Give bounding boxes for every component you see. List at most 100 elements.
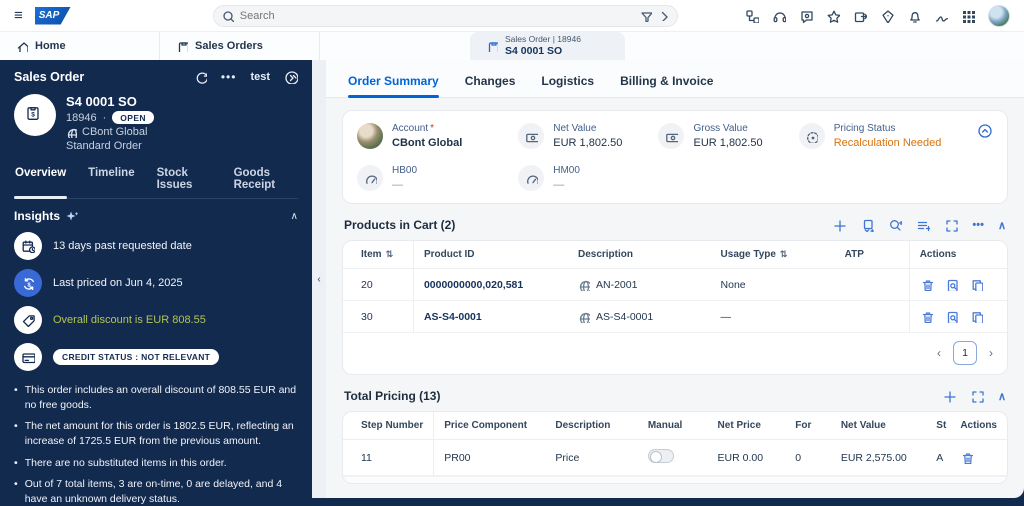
list-item: • The net amount for this order is 1802.5… bbox=[14, 420, 294, 448]
col-price-component: Price Component bbox=[433, 412, 546, 440]
signature-icon[interactable] bbox=[934, 9, 948, 23]
tab-subtitle: Sales Order | 18946 bbox=[505, 34, 581, 45]
list-item: • This order includes an overall discount… bbox=[14, 384, 297, 411]
headset-icon[interactable] bbox=[772, 9, 786, 23]
product-id-link[interactable]: AS-S4-0001 bbox=[424, 311, 482, 323]
add-pricing-icon[interactable] bbox=[942, 389, 956, 403]
feedback-icon[interactable] bbox=[799, 9, 813, 23]
sap-logo[interactable]: SAP bbox=[34, 6, 71, 25]
account-value[interactable]: CBont Global bbox=[392, 137, 462, 149]
side-panel-tabs: Overview Timeline Stock Issues Goods Rec… bbox=[14, 164, 298, 199]
favorites-icon[interactable] bbox=[826, 9, 840, 23]
table-row[interactable]: 11 PR00 Price EUR 0.00 0 EUR 2,575.00 A bbox=[343, 439, 1007, 476]
menu-icon[interactable]: ≡ bbox=[14, 8, 23, 23]
col-manual: Manual bbox=[637, 412, 708, 440]
money-icon bbox=[658, 123, 685, 149]
products-collapse-icon[interactable]: ∧ bbox=[998, 219, 1006, 232]
products-table-card: Item ⇅ Product ID Description Usage Type ⇅… bbox=[342, 240, 1008, 375]
net-value: EUR 1,802.50 bbox=[553, 137, 623, 149]
credit-card-icon bbox=[14, 343, 42, 371]
order-id: 18946 bbox=[66, 111, 97, 124]
col-usage-type[interactable]: Usage Type ⇅ bbox=[710, 241, 835, 269]
notifications-icon[interactable] bbox=[907, 9, 921, 23]
tab-stock-issues[interactable]: Stock Issues bbox=[156, 164, 213, 198]
tab-billing-invoice[interactable]: Billing & Invoice bbox=[620, 74, 713, 97]
insights-collapse-icon[interactable]: ∧ bbox=[291, 211, 298, 222]
collapse-chevron-icon: ‹ bbox=[317, 273, 321, 285]
table-row[interactable]: 20 0000000000,020,581 AN-2001 None bbox=[343, 268, 1007, 301]
app-launcher-icon[interactable] bbox=[961, 9, 975, 23]
table-row[interactable]: 30 AS-S4-0001 AS-S4-0001 — bbox=[343, 300, 1007, 333]
globe-icon bbox=[67, 128, 77, 138]
tab-sales-order-18946[interactable]: Sales Order | 18946 S4 0001 SO bbox=[470, 32, 625, 60]
global-search[interactable] bbox=[212, 4, 678, 27]
clipboard-icon bbox=[488, 42, 498, 52]
tab-goods-receipt[interactable]: Goods Receipt bbox=[233, 164, 298, 198]
list-item: • Out of 7 total items, 3 are on-time, 0 … bbox=[14, 478, 283, 506]
gross-value: EUR 1,802.50 bbox=[693, 137, 763, 149]
col-item[interactable]: Item ⇅ bbox=[343, 241, 414, 269]
product-id-link[interactable]: 0000000000,020,581 bbox=[424, 279, 523, 291]
sales-order-avatar: $ bbox=[14, 94, 56, 136]
insight-item: CREDIT STATUS : NOT RELEVANT bbox=[14, 343, 298, 371]
tab-timeline[interactable]: Timeline bbox=[87, 164, 135, 198]
tab-order-summary[interactable]: Order Summary bbox=[348, 74, 439, 98]
filter-icon[interactable] bbox=[640, 10, 652, 22]
status-dotted-icon bbox=[798, 123, 825, 149]
duplicate-icon[interactable] bbox=[970, 310, 983, 323]
col-actions: Actions bbox=[950, 412, 1007, 440]
delete-icon[interactable] bbox=[920, 278, 933, 291]
inspect-copy-icon[interactable] bbox=[945, 278, 958, 291]
guard-icon[interactable] bbox=[880, 9, 894, 23]
gauge-icon bbox=[518, 165, 545, 191]
add-rows-icon[interactable] bbox=[916, 218, 931, 232]
tab-home[interactable]: Home bbox=[0, 32, 160, 60]
share-icon[interactable] bbox=[853, 9, 867, 23]
order-header-card: Account * CBont Global Net Value EUR 1,80… bbox=[342, 110, 1008, 204]
col-product-id: Product ID bbox=[413, 241, 568, 269]
prev-page-icon[interactable]: ‹ bbox=[937, 346, 941, 360]
search-add-icon[interactable] bbox=[888, 218, 903, 232]
duplicate-icon[interactable] bbox=[970, 278, 983, 291]
clipped-next-row bbox=[343, 476, 1007, 483]
overflow-menu-icon[interactable]: ••• bbox=[221, 70, 237, 84]
topbar-actions bbox=[745, 4, 1010, 27]
panel-collapse-handle[interactable]: ‹ bbox=[312, 60, 326, 498]
navigation-tab-strip: Home Sales Orders Sales Order | 18946 S4… bbox=[0, 32, 1024, 60]
fullscreen-icon[interactable] bbox=[970, 389, 984, 403]
inspect-copy-icon[interactable] bbox=[945, 310, 958, 323]
home-icon bbox=[17, 42, 28, 52]
fullscreen-icon[interactable] bbox=[944, 218, 959, 232]
gross-value-field: Gross Value EUR 1,802.50 bbox=[658, 123, 798, 149]
products-table: Item ⇅ Product ID Description Usage Type ⇅… bbox=[343, 241, 1007, 333]
pricing-section-title: Total Pricing (13) bbox=[344, 389, 441, 403]
pricing-collapse-icon[interactable]: ∧ bbox=[998, 390, 1006, 403]
copy-product-icon[interactable] bbox=[860, 218, 875, 232]
order-account: CBont Global bbox=[82, 126, 148, 138]
delete-icon[interactable] bbox=[960, 451, 974, 464]
tab-logistics[interactable]: Logistics bbox=[541, 74, 594, 97]
expand-header-icon[interactable] bbox=[977, 123, 993, 149]
delete-icon[interactable] bbox=[920, 310, 933, 323]
org-chart-icon[interactable] bbox=[745, 9, 759, 23]
products-overflow-icon[interactable]: ••• bbox=[972, 219, 984, 231]
tab-overview[interactable]: Overview bbox=[14, 164, 68, 199]
col-description: Description bbox=[567, 241, 711, 269]
user-avatar[interactable] bbox=[988, 4, 1010, 27]
products-section-title: Products in Cart (2) bbox=[344, 218, 456, 232]
tab-sales-orders[interactable]: Sales Orders bbox=[160, 32, 320, 60]
tab-changes[interactable]: Changes bbox=[465, 74, 516, 97]
chevron-right-icon[interactable] bbox=[658, 10, 669, 21]
insight-item: 13 days past requested date bbox=[14, 232, 298, 260]
search-input[interactable] bbox=[239, 9, 634, 22]
manual-toggle[interactable] bbox=[647, 449, 674, 463]
add-product-icon[interactable] bbox=[832, 218, 847, 232]
hm00-field: HM00 — bbox=[518, 165, 658, 191]
page-number[interactable]: 1 bbox=[953, 341, 977, 365]
col-step-number: Step Number bbox=[343, 412, 435, 440]
refresh-icon[interactable] bbox=[194, 71, 207, 84]
open-panel-icon[interactable] bbox=[284, 70, 298, 84]
order-name: S4 0001 SO bbox=[66, 94, 137, 109]
list-item: • There are no substituted items in this … bbox=[14, 456, 227, 469]
next-page-icon[interactable]: › bbox=[989, 346, 993, 360]
